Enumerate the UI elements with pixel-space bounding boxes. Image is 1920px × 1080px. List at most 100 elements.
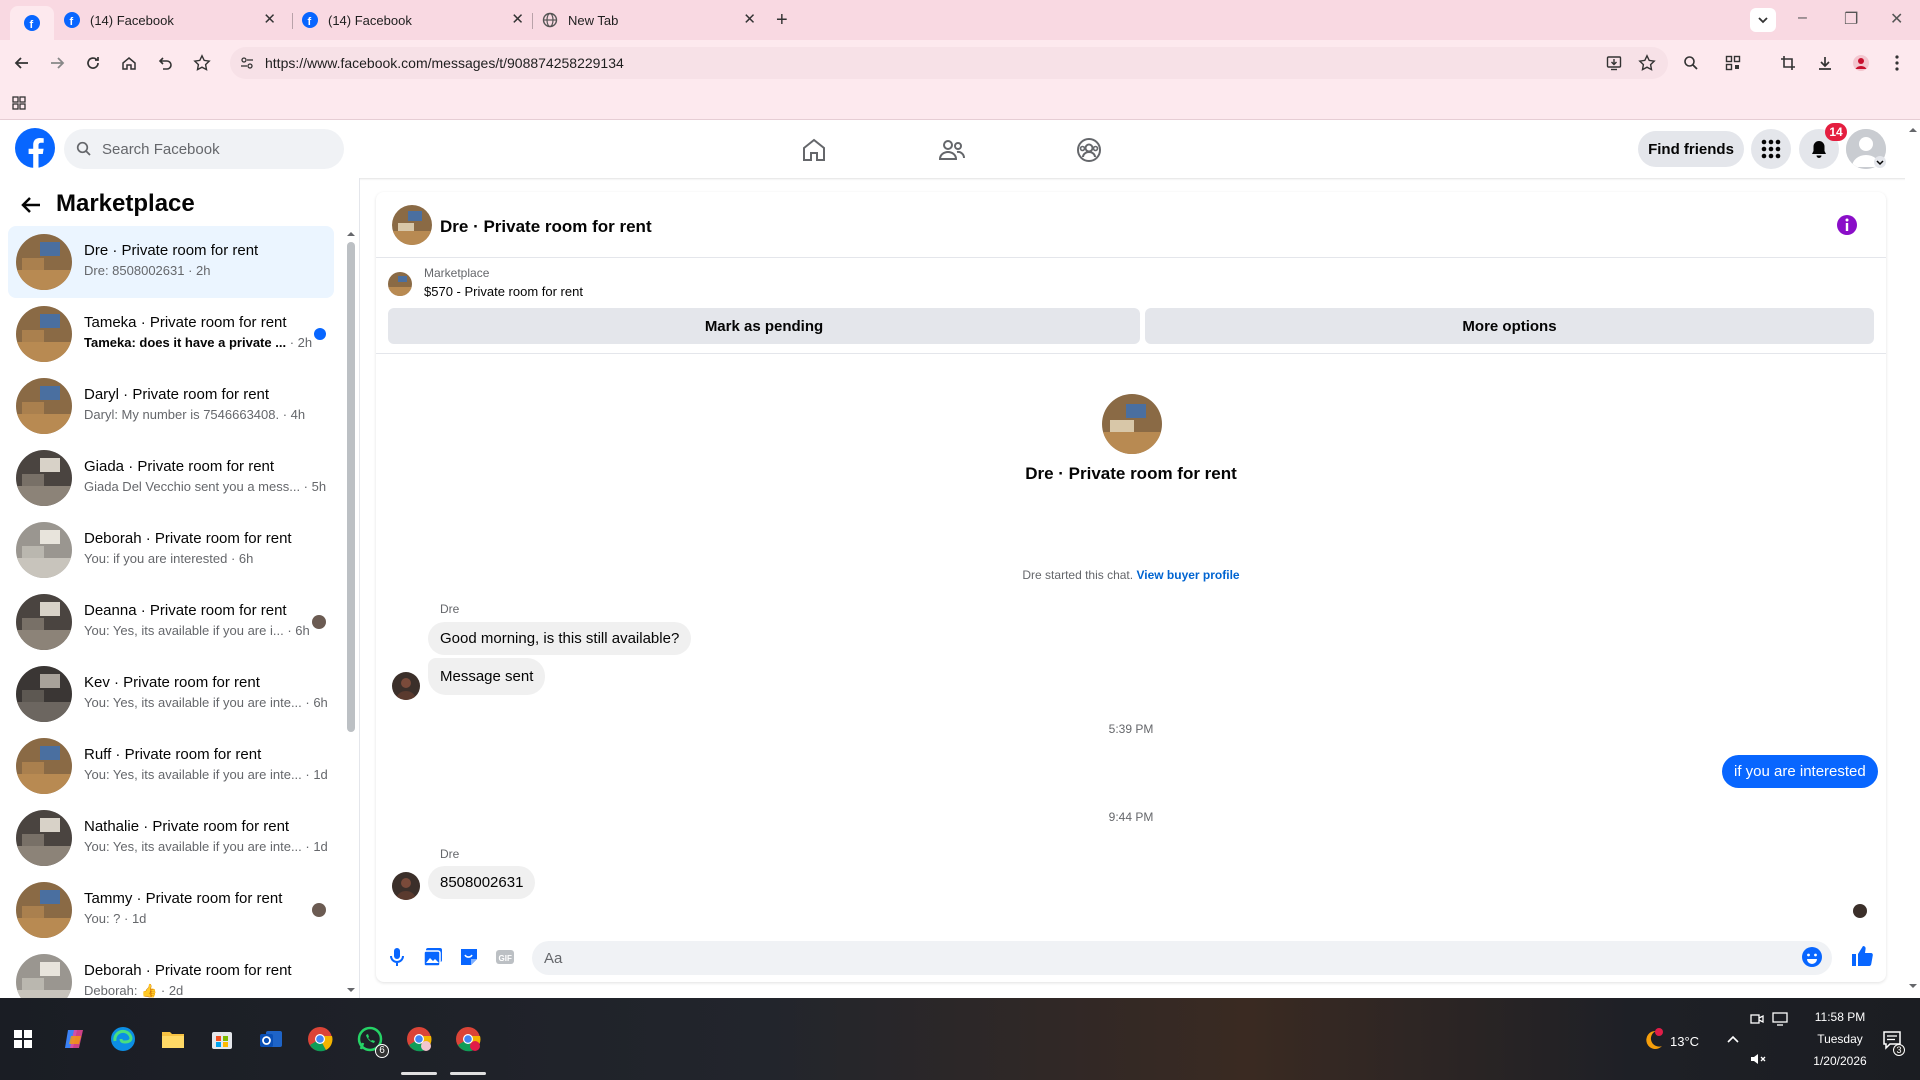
outlook-icon[interactable] — [258, 1026, 284, 1052]
page-scrollbar[interactable] — [1905, 120, 1920, 998]
conversation-item[interactable]: Tammy · Private room for rent You: ? · 1d — [8, 874, 334, 946]
star-icon[interactable] — [1638, 54, 1656, 72]
close-window-button[interactable]: ✕ — [1890, 9, 1903, 29]
conversation-item[interactable]: Tameka · Private room for rent Tameka: do… — [8, 298, 334, 370]
site-info-icon[interactable] — [240, 56, 254, 70]
crop-button[interactable] — [1777, 52, 1799, 74]
browser-tab-1[interactable]: f (14) Facebook ✕ — [64, 6, 284, 34]
groups-icon[interactable] — [1075, 136, 1103, 164]
facebook-search[interactable] — [64, 129, 344, 169]
back-button[interactable] — [11, 52, 33, 74]
browser-tab-3[interactable]: New Tab ✕ — [542, 6, 764, 34]
conversation-item[interactable]: Deborah · Private room for rent Deborah: … — [8, 946, 334, 998]
message-bubble[interactable]: Message sent — [428, 658, 546, 695]
more-options-button[interactable]: More options — [1145, 308, 1874, 344]
conversation-item[interactable]: Kev · Private room for rent You: Yes, its… — [8, 658, 334, 730]
sticker-icon[interactable] — [458, 946, 480, 968]
conversation-item[interactable]: Deborah · Private room for rent You: if y… — [8, 514, 334, 586]
chrome-profile-icon[interactable] — [406, 1026, 432, 1052]
speaker-muted-icon[interactable] — [1750, 1052, 1766, 1066]
message-bubble[interactable]: 8508002631 — [428, 866, 536, 899]
scroll-up-icon[interactable] — [347, 230, 355, 238]
search-input[interactable] — [100, 139, 320, 159]
browser-tab-2[interactable]: f (14) Facebook ✕ — [302, 6, 532, 34]
emoji-icon[interactable] — [1801, 946, 1823, 968]
chat-title[interactable]: Dre · Private room for rent — [440, 217, 652, 237]
install-app-icon[interactable] — [1606, 55, 1622, 71]
arrow-right-icon — [51, 57, 65, 69]
address-bar[interactable]: https://www.facebook.com/messages/t/9088… — [230, 47, 1668, 79]
pinned-tab[interactable]: f — [10, 6, 54, 40]
apps-grid-icon[interactable] — [12, 96, 26, 110]
outgoing-message-bubble[interactable]: if you are interested — [1722, 755, 1878, 788]
profile-button[interactable] — [1850, 52, 1872, 74]
facebook-favicon-icon: f — [24, 15, 40, 31]
scroll-up-icon[interactable] — [1909, 126, 1917, 134]
conversation-item[interactable]: Giada · Private room for rent Giada Del V… — [8, 442, 334, 514]
bookmark-button[interactable] — [191, 52, 213, 74]
chat-avatar[interactable] — [392, 205, 432, 245]
forward-button[interactable] — [46, 52, 68, 74]
chrome-icon[interactable] — [307, 1026, 333, 1052]
clock-date[interactable]: 1/20/2026 — [1800, 1054, 1880, 1068]
unread-dot — [314, 328, 326, 340]
new-tab-button[interactable]: + — [776, 10, 788, 30]
scroll-down-icon[interactable] — [1909, 982, 1917, 990]
info-icon[interactable] — [1836, 214, 1858, 236]
close-tab-icon[interactable]: ✕ — [263, 12, 276, 28]
mark-as-pending-button[interactable]: Mark as pending — [388, 308, 1140, 344]
read-receipt-avatar — [1853, 904, 1867, 918]
qr-code-button[interactable] — [1722, 52, 1744, 74]
message-bubble[interactable]: Good morning, is this still available? — [428, 622, 692, 655]
close-tab-icon[interactable]: ✕ — [511, 12, 524, 28]
sender-avatar[interactable] — [392, 672, 420, 700]
chevron-down-icon[interactable] — [1874, 156, 1886, 168]
friends-icon[interactable] — [938, 136, 966, 164]
network-icon[interactable] — [1772, 1012, 1788, 1026]
tab-search-button[interactable] — [1750, 8, 1776, 32]
file-explorer-icon[interactable] — [160, 1026, 186, 1052]
chevron-up-icon[interactable] — [1726, 1034, 1740, 1044]
microsoft-store-icon[interactable] — [209, 1026, 235, 1052]
conversation-item[interactable]: Deanna · Private room for rent You: Yes, … — [8, 586, 334, 658]
windows-start-icon[interactable] — [14, 1030, 32, 1048]
menu-button[interactable] — [1751, 129, 1791, 169]
microphone-icon[interactable] — [386, 946, 408, 968]
facebook-logo-icon[interactable] — [15, 128, 55, 168]
gif-icon[interactable]: GIF — [494, 946, 516, 968]
conversation-item[interactable]: Daryl · Private room for rent Daryl: My n… — [8, 370, 334, 442]
conversation-item[interactable]: Nathalie · Private room for rent You: Yes… — [8, 802, 334, 874]
conversation-item[interactable]: Dre · Private room for rent Dre: 85080026… — [8, 226, 334, 298]
sidebar-scroll-thumb[interactable] — [347, 242, 355, 732]
edge-icon[interactable] — [110, 1026, 136, 1052]
sidebar-title: Marketplace — [56, 190, 195, 217]
chrome-profile-icon[interactable] — [455, 1026, 481, 1052]
restore-button[interactable]: ❐ — [1844, 9, 1858, 29]
find-friends-button[interactable]: Find friends — [1638, 131, 1744, 167]
message-input[interactable] — [532, 941, 1832, 975]
photo-icon[interactable] — [422, 946, 444, 968]
reload-button[interactable] — [82, 52, 104, 74]
copilot-icon[interactable] — [62, 1026, 88, 1052]
arrow-left-icon[interactable] — [20, 194, 42, 216]
sender-avatar[interactable] — [392, 872, 420, 900]
home-icon[interactable] — [800, 136, 828, 164]
clock-time[interactable]: 11:58 PM — [1800, 1010, 1880, 1024]
scroll-down-icon[interactable] — [347, 986, 355, 994]
clock-day[interactable]: Tuesday — [1800, 1032, 1880, 1046]
downloads-button[interactable] — [1814, 52, 1836, 74]
menu-button[interactable] — [1886, 52, 1908, 74]
undo-button[interactable] — [154, 52, 176, 74]
minimize-button[interactable]: – — [1798, 9, 1807, 27]
view-buyer-profile-link[interactable]: View buyer profile — [1136, 568, 1239, 582]
bell-icon — [1812, 141, 1826, 158]
conversation-item[interactable]: Ruff · Private room for rent You: Yes, it… — [8, 730, 334, 802]
meet-now-icon[interactable] — [1750, 1012, 1764, 1026]
buyer-avatar-large[interactable] — [1102, 394, 1162, 454]
home-button[interactable] — [118, 52, 140, 74]
weather-temperature[interactable]: 13°C — [1670, 1034, 1699, 1049]
extensions-button[interactable] — [1680, 52, 1702, 74]
close-tab-icon[interactable]: ✕ — [743, 12, 756, 28]
thumbs-up-icon[interactable] — [1850, 944, 1874, 968]
weather-moon-icon[interactable] — [1640, 1028, 1664, 1052]
